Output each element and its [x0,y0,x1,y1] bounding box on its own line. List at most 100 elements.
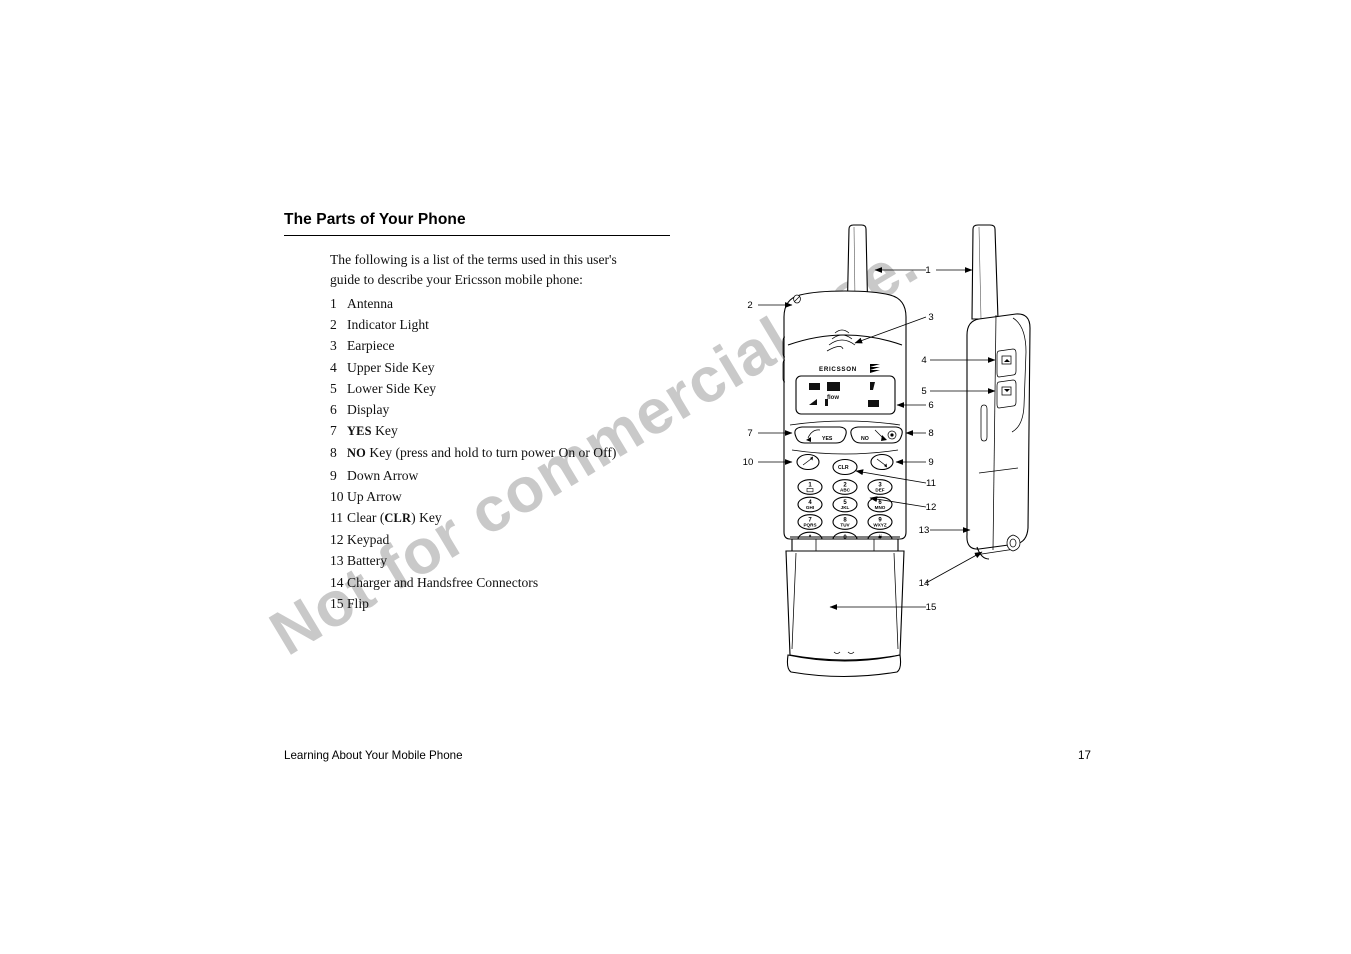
parts-list-item: 13 Battery [330,550,660,571]
parts-list-item: 8 NO Key (press and hold to turn power On… [330,442,660,464]
part-label: Down Arrow [347,467,419,483]
part-number: 15 [330,595,344,611]
lower-side-key [996,379,1017,409]
parts-list-item: 6 Display [330,399,660,420]
parts-list-item: 4 Upper Side Key [330,357,660,378]
part-number: 14 [330,574,344,590]
parts-list-item: 15 Flip [330,593,660,614]
svg-text:YES: YES [822,436,833,442]
display-screen: flow [795,375,896,415]
part-label-prefix: Clear ( [347,510,385,526]
callout-5: 5 [921,386,926,397]
up-arrow-key [796,453,820,471]
part-number: 12 [330,532,344,548]
phone-side-view [966,224,1031,560]
part-label: Key (press and hold to turn power On or … [366,445,617,461]
key-letters: GHI [806,505,814,510]
key-letters: DEF [875,488,884,493]
document-page: Not for commercial use. The Parts of You… [0,0,1351,954]
callout-12: 12 [926,502,937,513]
part-label: Antenna [347,296,394,311]
callout-13: 13 [919,525,930,536]
keypad-key[interactable]: 3DEF [867,479,893,495]
antenna-side [971,224,999,320]
key-letters: ABC [840,488,851,493]
leader-14 [925,551,983,584]
part-label: Lower Side Key [347,380,437,396]
parts-list-item: 1 Antenna [330,293,660,314]
part-number: 2 [330,317,337,333]
part-label: Indicator Light [347,317,429,333]
callout-9: 9 [928,457,933,468]
keypad-key[interactable]: 1 [797,479,823,495]
callout-7: 7 [747,428,752,439]
part-label: Charger and Handsfree Connectors [347,574,539,590]
part-number: 3 [330,338,337,354]
callout-6: 6 [928,400,933,411]
part-number: 9 [330,467,337,483]
svg-text:CLR: CLR [838,465,849,471]
title-rule [284,235,670,237]
part-label: Key [371,423,398,439]
callout-1: 1 [925,265,930,276]
callout-8: 8 [928,428,933,439]
part-number: 6 [330,402,337,418]
key-letters: TUV [840,523,850,528]
parts-list-item: 14 Charger and Handsfree Connectors [330,572,660,593]
parts-list-item: 10 Up Arrow [330,486,660,507]
callout-15: 15 [926,602,937,613]
phone-diagram: .ln{fill:none;stroke:#000;stroke-width:1… [730,215,1150,685]
key-letters: MNO [875,505,886,510]
part-label: Upper Side Key [347,359,435,375]
callout-3: 3 [928,312,933,323]
keypad-key[interactable]: 2ABC [832,479,858,495]
part-label: Up Arrow [347,488,402,504]
down-arrow-key [870,453,894,471]
parts-list: 1 Antenna 2 Indicator Light 3 Earpiece 4 Upper … [330,293,660,614]
callout-10: 10 [743,457,754,468]
no-key: NO [850,426,903,444]
parts-list-item: 11 Clear (CLR) Key [330,507,660,529]
svg-text:flow: flow [827,395,839,401]
key-letters: JKL [841,505,850,510]
key-letters: PQRS [803,523,816,528]
part-number: 10 [330,488,344,504]
callout-2: 2 [747,300,752,311]
part-label: Flip [347,595,369,611]
parts-list-item: 2 Indicator Light [330,314,660,335]
footer-page-number: 17 [1078,749,1091,762]
part-label: Keypad [347,532,390,548]
keypad-key[interactable]: 5JKL [832,496,858,513]
parts-list-item: 7 YES Key [330,420,660,442]
upper-side-key [996,348,1017,378]
keypad-key[interactable]: 4GHI [797,496,823,513]
footer-chapter: Learning About Your Mobile Phone [284,749,463,762]
parts-list-item: 5 Lower Side Key [330,378,660,399]
flip-panel [785,550,905,678]
callout-4: 4 [921,355,927,366]
part-label: ) Key [411,510,442,526]
part-label-keyname: CLR [384,511,412,526]
clear-key: CLR [832,458,858,476]
antenna-front [846,224,869,300]
keypad-key[interactable]: 9WXYZ [867,514,893,530]
part-number: 4 [330,359,337,375]
part-number: 11 [330,510,344,526]
keypad-key[interactable]: 7PQRS [797,514,823,530]
yes-key: YES [794,426,847,444]
callout-11: 11 [926,478,936,489]
parts-list-item: 3 Earpiece [330,335,660,356]
part-number: 5 [330,380,337,396]
part-number: 13 [330,553,344,569]
keypad-key[interactable]: 8TUV [832,514,858,530]
brand-label: ERICSSON [819,366,857,373]
part-number: 1 [330,296,337,311]
phone-illustration: .ln{fill:none;stroke:#000;stroke-width:1… [743,224,1031,678]
part-label-keyname: NO [347,446,366,461]
part-number: 8 [330,445,337,461]
parts-list-item: 12 Keypad [330,529,660,550]
part-number: 7 [330,423,337,439]
key-letters: WXYZ [873,523,886,528]
part-label-keyname: YES [347,424,372,439]
svg-text:NO: NO [861,436,869,442]
